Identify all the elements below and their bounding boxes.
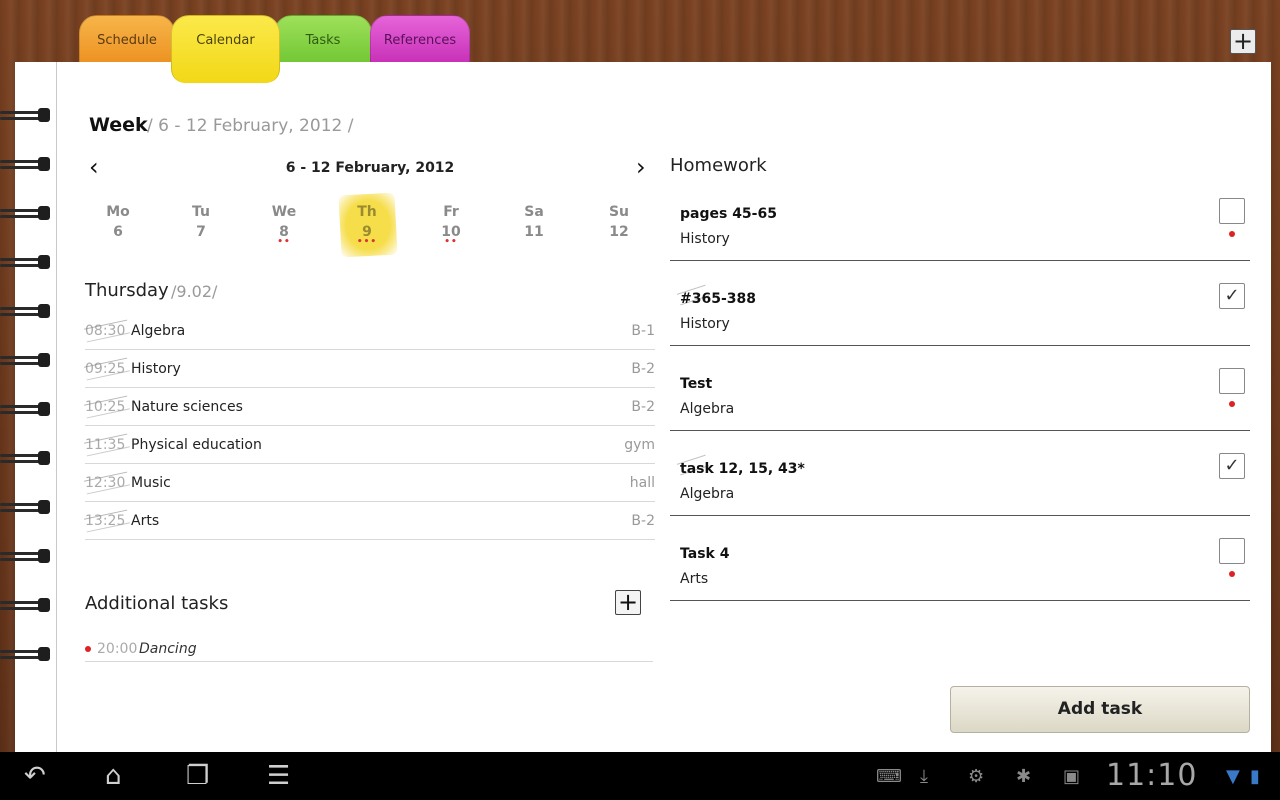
day-mo[interactable]: Mo 6 xyxy=(85,204,151,245)
lesson-row[interactable]: 11:35 Physical education gym xyxy=(84,426,655,464)
lesson-list: 08:30 Algebra B-1 09:25 History B-2 10:2… xyxy=(84,312,655,540)
wifi-icon: ▼ xyxy=(1226,766,1240,787)
spiral-ring xyxy=(0,500,66,514)
lesson-subject: Algebra xyxy=(131,323,186,339)
homework-task: Task 4 xyxy=(680,546,730,562)
homework-subject: Algebra xyxy=(680,401,735,417)
lesson-room: B-1 xyxy=(631,323,655,339)
additional-tasks-title: Additional tasks xyxy=(85,593,229,614)
week-nav-label: 6 - 12 February, 2012 xyxy=(285,160,455,176)
week-title: Week xyxy=(89,114,148,136)
done-checkbox[interactable] xyxy=(1219,368,1245,394)
homework-item[interactable]: pages 45-65 History xyxy=(670,176,1250,261)
lesson-room: gym xyxy=(624,437,655,453)
recent-apps-icon[interactable]: ❐ xyxy=(186,762,209,790)
lesson-subject: Nature sciences xyxy=(131,399,243,415)
additional-task-item[interactable]: 20:00 Dancing xyxy=(85,638,653,662)
priority-dot-icon xyxy=(1229,231,1235,237)
done-checkbox[interactable]: ✓ xyxy=(1219,283,1245,309)
keyboard-icon: ⌨ xyxy=(876,766,902,787)
add-additional-task-button[interactable]: + xyxy=(615,590,641,615)
spiral-ring xyxy=(0,108,66,122)
spiral-ring xyxy=(0,304,66,318)
done-checkbox[interactable] xyxy=(1219,198,1245,224)
homework-list: pages 45-65 History #365-388 History ✓ T… xyxy=(670,176,1250,601)
priority-dot-icon xyxy=(1229,401,1235,407)
day-fr[interactable]: Fr 10 •• xyxy=(418,204,484,247)
lesson-row[interactable]: 10:25 Nature sciences B-2 xyxy=(84,388,655,426)
tab-tasks[interactable]: Tasks xyxy=(274,15,372,67)
day-title: Thursday xyxy=(85,280,169,301)
spiral-ring xyxy=(0,402,66,416)
homework-task: pages 45-65 xyxy=(680,206,777,222)
tab-schedule[interactable]: Schedule xyxy=(79,15,175,67)
home-icon[interactable]: ⌂ xyxy=(105,762,122,790)
homework-subject: Arts xyxy=(680,571,709,587)
week-range: / 6 - 12 February, 2012 / xyxy=(147,116,354,136)
additional-task-time: 20:00 xyxy=(97,641,138,657)
done-checkbox[interactable]: ✓ xyxy=(1219,453,1245,479)
homework-subject: History xyxy=(680,316,730,332)
back-icon[interactable]: ↶ xyxy=(24,762,46,790)
day-tu[interactable]: Tu 7 xyxy=(168,204,234,245)
homework-title: Homework xyxy=(670,155,767,176)
homework-item[interactable]: Task 4 Arts xyxy=(670,516,1250,601)
lesson-row[interactable]: 12:30 Music hall xyxy=(84,464,655,502)
chevron-left-icon[interactable]: ‹ xyxy=(89,155,105,180)
notebook-page: Week / 6 - 12 February, 2012 / ‹ 6 - 12 … xyxy=(0,62,1271,752)
clock: 11:10 xyxy=(1106,758,1198,793)
spiral-ring xyxy=(0,206,66,220)
spiral-ring xyxy=(0,598,66,612)
lesson-subject: Arts xyxy=(131,513,160,529)
lesson-room: B-2 xyxy=(631,399,655,415)
lesson-row[interactable]: 08:30 Algebra B-1 xyxy=(84,312,655,350)
day-su[interactable]: Su 12 xyxy=(586,204,652,245)
homework-task: task 12, 15, 43* xyxy=(680,461,805,477)
download-icon: ⤓ xyxy=(920,766,928,787)
homework-item[interactable]: task 12, 15, 43* Algebra ✓ xyxy=(670,431,1250,516)
add-task-button[interactable]: Add task xyxy=(950,686,1250,733)
chevron-right-icon[interactable]: › xyxy=(636,155,652,180)
spiral-ring xyxy=(0,647,66,661)
app-notification-icon: ▣ xyxy=(1063,766,1081,787)
day-th-selected[interactable]: Th 9 ••• xyxy=(334,192,400,258)
day-date: /9.02/ xyxy=(171,282,218,301)
lesson-subject: Music xyxy=(131,475,171,491)
homework-task: #365-388 xyxy=(680,291,756,307)
day-we[interactable]: We 8 •• xyxy=(251,204,317,247)
lesson-row[interactable]: 13:25 Arts B-2 xyxy=(84,502,655,540)
tab-calendar[interactable]: Calendar xyxy=(171,15,280,83)
lesson-subject: History xyxy=(131,361,181,377)
lesson-room: B-2 xyxy=(631,513,655,529)
week-days: Mo 6 Tu 7 We 8 •• Th 9 ••• Fr 10 •• Sa 11 Su 12 xyxy=(85,192,653,264)
lesson-room: B-2 xyxy=(631,361,655,377)
lesson-room: hall xyxy=(629,475,655,491)
lesson-row[interactable]: 09:25 History B-2 xyxy=(84,350,655,388)
battery-icon: ▮ xyxy=(1250,766,1260,787)
menu-icon[interactable]: ☰ xyxy=(267,762,290,790)
day-sa[interactable]: Sa 11 xyxy=(501,204,567,245)
spiral-ring xyxy=(0,549,66,563)
add-icon[interactable]: + xyxy=(1230,29,1256,54)
done-checkbox[interactable] xyxy=(1219,538,1245,564)
lesson-subject: Physical education xyxy=(131,437,262,453)
priority-dot-icon xyxy=(1229,571,1235,577)
usb-debug-icon: ⚙ xyxy=(968,766,985,787)
homework-subject: Algebra xyxy=(680,486,735,502)
homework-subject: History xyxy=(680,231,730,247)
spiral-ring xyxy=(0,255,66,269)
android-debug-icon: ✱ xyxy=(1016,766,1032,787)
homework-item[interactable]: Test Algebra xyxy=(670,346,1250,431)
system-navigation-bar: ↶ ⌂ ❐ ☰ ⌨ ⤓ ⚙ ✱ ▣ 11:10 ▼ ▮ xyxy=(0,752,1280,800)
spiral-ring xyxy=(0,451,66,465)
spiral-ring xyxy=(0,157,66,171)
additional-task-name: Dancing xyxy=(139,641,197,657)
spiral-ring xyxy=(0,353,66,367)
homework-task: Test xyxy=(680,376,713,392)
tab-references[interactable]: References xyxy=(370,15,470,67)
priority-dot-icon xyxy=(85,646,91,652)
homework-item[interactable]: #365-388 History ✓ xyxy=(670,261,1250,346)
